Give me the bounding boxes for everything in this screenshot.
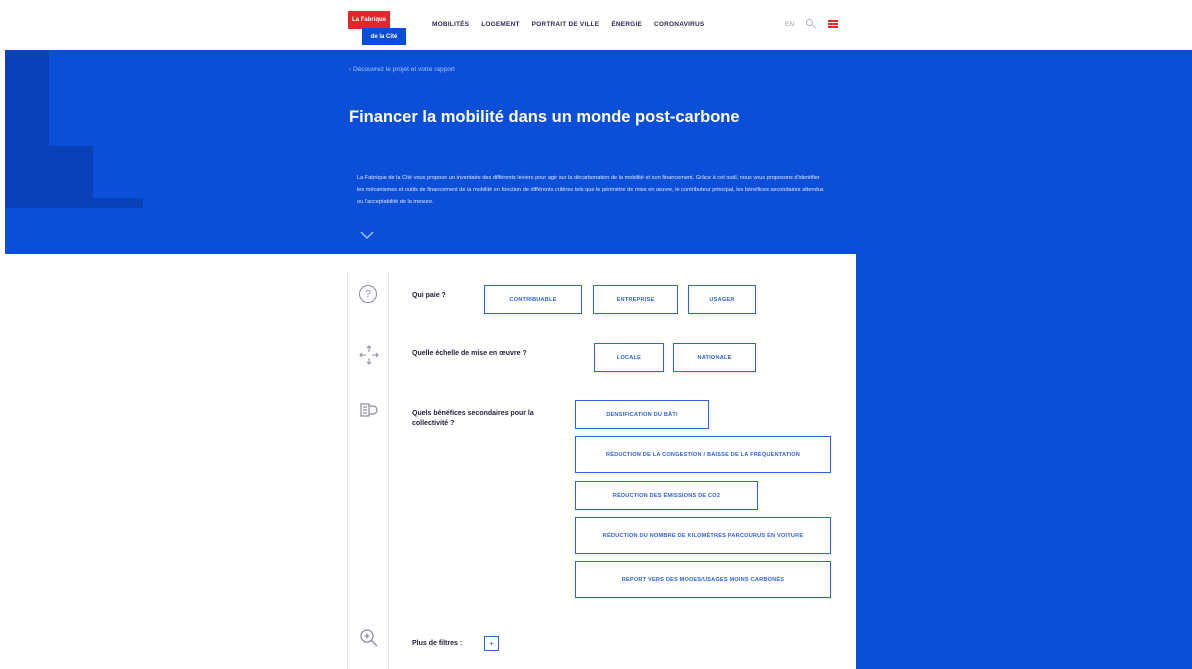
- hero-banner: ‹ Découvrez le projet et votre rapport F…: [5, 50, 856, 254]
- chevron-down-icon[interactable]: [360, 230, 374, 240]
- logo-line1: La Fabrique: [348, 11, 390, 29]
- zoom-in-icon: [360, 629, 378, 647]
- chip-reduction-congestion[interactable]: RÉDUCTION DE LA CONGESTION / BAISSE DE L…: [575, 436, 831, 473]
- decorative-block: [93, 198, 143, 208]
- chip-nationale[interactable]: NATIONALE: [673, 343, 756, 372]
- building-benefits-icon: [360, 403, 378, 417]
- more-filters-button[interactable]: +: [484, 636, 499, 651]
- logo-line2: de la Cité: [362, 28, 406, 45]
- nav-item-portrait-de-ville[interactable]: PORTRAIT DE VILLE: [532, 21, 600, 28]
- nav-item-logement[interactable]: LOGEMENT: [481, 21, 519, 28]
- chip-report-modes[interactable]: REPORT VERS DES MODES/USAGES MOINS CARBO…: [575, 561, 831, 598]
- header-tools: EN: [785, 18, 839, 30]
- search-icon[interactable]: [805, 18, 817, 30]
- nav-item-energie[interactable]: ÉNERGIE: [611, 21, 642, 28]
- filter-label-benefits: Quels bénéfices secondaires pour la coll…: [412, 410, 534, 427]
- decorative-block: [49, 146, 93, 208]
- chip-contribuable[interactable]: CONTRIBUABLE: [484, 285, 582, 314]
- chip-usager[interactable]: USAGER: [688, 285, 756, 314]
- nav-item-mobilites[interactable]: MOBILITÉS: [432, 21, 469, 28]
- filter-label-payer: Qui paie ?: [412, 292, 446, 299]
- filter-icon-column: [347, 271, 389, 669]
- language-switch[interactable]: EN: [785, 21, 794, 28]
- page-title: Financer la mobilité dans un monde post-…: [349, 108, 740, 126]
- chip-reduction-emissions[interactable]: RÉDUCTION DES ÉMISSIONS DE CO2: [575, 481, 758, 510]
- main-nav: MOBILITÉS LOGEMENT PORTRAIT DE VILLE ÉNE…: [432, 21, 704, 28]
- scale-arrows-icon: [359, 345, 379, 365]
- intro-paragraph: La Fabrique de la Cité vous propose un i…: [357, 175, 824, 205]
- filter-label-scale: Quelle échelle de mise en œuvre ?: [412, 350, 527, 357]
- site-logo[interactable]: La Fabrique de la Cité: [348, 11, 406, 45]
- chip-locale[interactable]: LOCALE: [594, 343, 664, 372]
- hero-background-extension: [856, 50, 1192, 669]
- hamburger-menu-icon[interactable]: [828, 19, 839, 29]
- chip-reduction-kilometres[interactable]: RÉDUCTION DU NOMBRE DE KILOMÈTRES PARCOU…: [575, 517, 831, 554]
- breadcrumb-back-link[interactable]: ‹ Découvrez le projet et votre rapport: [349, 66, 455, 73]
- more-filters-label: Plus de filtres :: [412, 640, 463, 647]
- decorative-block: [5, 50, 49, 208]
- nav-item-coronavirus[interactable]: CORONAVIRUS: [654, 21, 704, 28]
- question-mark-icon: ?: [359, 285, 377, 303]
- chip-densification[interactable]: DENSIFICATION DU BÂTI: [575, 400, 709, 429]
- chip-entreprise[interactable]: ENTREPRISE: [593, 285, 678, 314]
- site-header: La Fabrique de la Cité MOBILITÉS LOGEMEN…: [0, 0, 1192, 50]
